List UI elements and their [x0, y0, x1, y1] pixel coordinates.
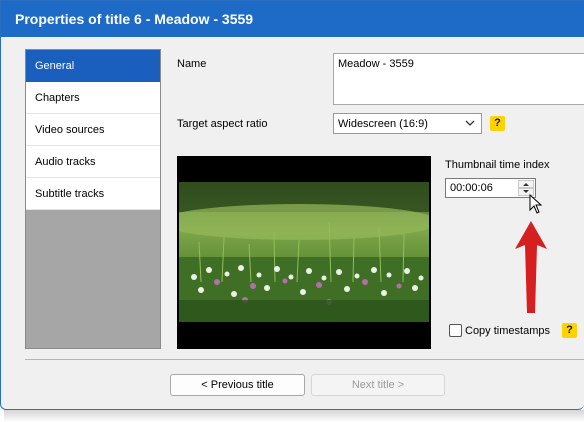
sidebar-item-general[interactable]: General: [26, 50, 160, 82]
thumbnail-preview: [177, 156, 431, 349]
window-shadow: [4, 410, 584, 422]
copy-timestamps-label: Copy timestamps: [465, 325, 550, 337]
footer-divider: [25, 359, 584, 360]
thumbnail-time-field[interactable]: 00:00:06: [445, 178, 536, 198]
aspect-ratio-help-icon[interactable]: ?: [490, 116, 505, 131]
properties-dialog: Properties of title 6 - Meadow - 3559 Ge…: [0, 0, 584, 410]
next-title-button[interactable]: Next title >: [311, 374, 445, 396]
meadow-thumbnail-image: [179, 182, 429, 322]
sidebar-item-chapters[interactable]: Chapters: [26, 82, 160, 114]
thumbnail-time-value: 00:00:06: [450, 182, 493, 194]
copy-timestamps-help-icon[interactable]: ?: [562, 323, 577, 338]
window-title: Properties of title 6 - Meadow - 3559: [15, 11, 254, 27]
chevron-down-icon: [465, 120, 475, 126]
copy-timestamps-checkbox[interactable]: [449, 324, 462, 337]
red-arrow-icon: [515, 221, 547, 313]
aspect-ratio-label: Target aspect ratio: [177, 118, 268, 130]
name-field[interactable]: Meadow - 3559: [333, 53, 584, 105]
sidebar-item-subtitle-tracks[interactable]: Subtitle tracks: [26, 178, 160, 210]
previous-title-button[interactable]: < Previous title: [170, 374, 305, 396]
sidebar: General Chapters Video sources Audio tra…: [25, 49, 161, 349]
sidebar-item-audio-tracks[interactable]: Audio tracks: [26, 146, 160, 178]
thumbnail-time-label: Thumbnail time index: [445, 159, 550, 171]
title-bar[interactable]: Properties of title 6 - Meadow - 3559: [1, 1, 584, 37]
spin-up-icon[interactable]: [518, 180, 534, 188]
aspect-ratio-value: Widescreen (16:9): [338, 118, 428, 130]
sidebar-item-video-sources[interactable]: Video sources: [26, 114, 160, 146]
aspect-ratio-select[interactable]: Widescreen (16:9): [333, 113, 482, 134]
name-label: Name: [177, 58, 207, 70]
mouse-pointer-icon: [529, 194, 543, 214]
